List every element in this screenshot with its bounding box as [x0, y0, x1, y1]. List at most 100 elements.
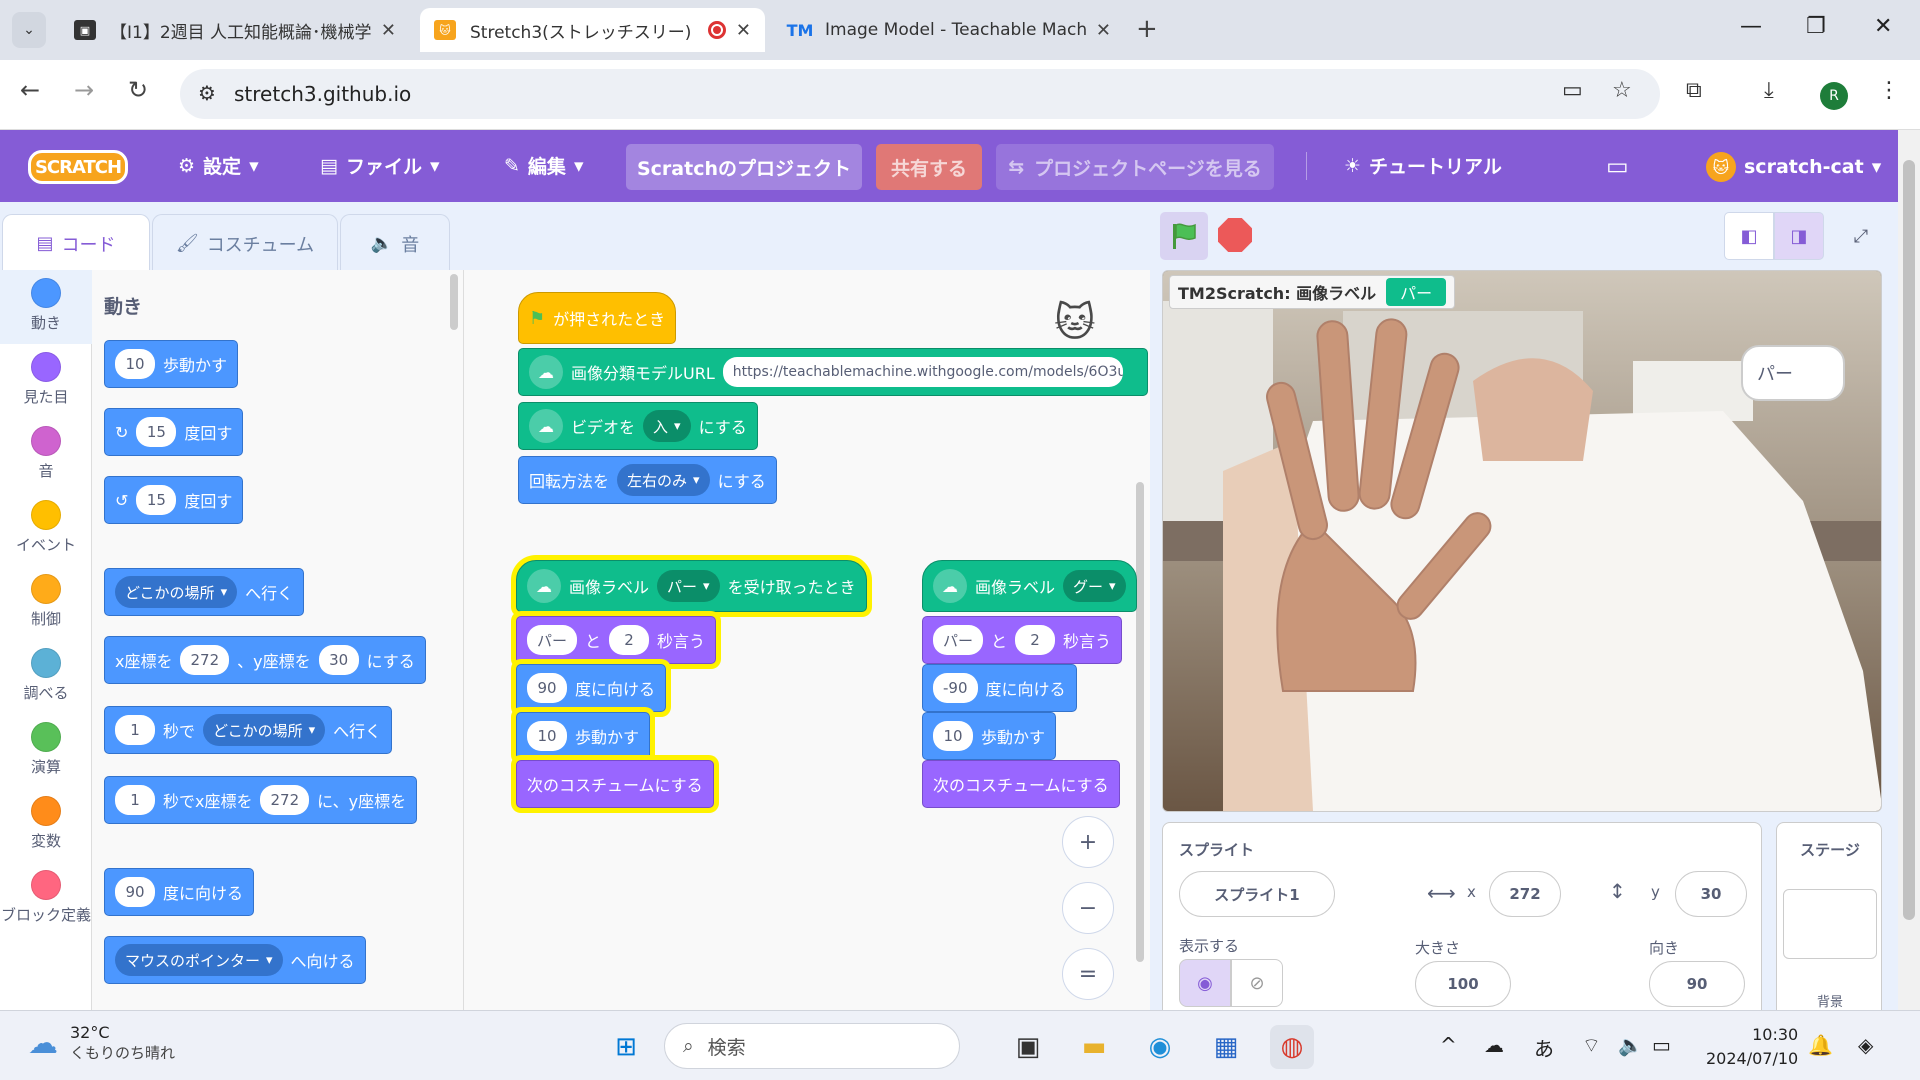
extensions-icon[interactable]: ⧉: [1686, 78, 1702, 103]
block-dropdown[interactable]: 入: [643, 410, 691, 442]
block-when-label-received[interactable]: ☁ 画像ラベル パー を受け取ったとき: [516, 560, 867, 612]
block-input[interactable]: 90: [115, 877, 155, 907]
block-input[interactable]: 272: [260, 785, 310, 815]
site-settings-icon[interactable]: ⚙: [198, 81, 216, 105]
fullscreen-button[interactable]: ⤢: [1836, 212, 1886, 260]
back-arrow-icon[interactable]: ←: [20, 76, 40, 104]
category-my-blocks[interactable]: ブロック定義: [0, 862, 92, 936]
file-menu[interactable]: ▤ ファイル ▾: [320, 152, 440, 179]
weather-widget[interactable]: ☁ 32°C くもりのち晴れ: [28, 1023, 175, 1063]
account-menu[interactable]: 🐱 scratch-cat ▾: [1706, 152, 1881, 182]
copilot-icon[interactable]: ◈: [1858, 1033, 1873, 1057]
edit-menu[interactable]: ✎ 編集 ▾: [504, 152, 583, 179]
battery-icon[interactable]: ▭: [1652, 1033, 1671, 1057]
minimize-button[interactable]: —: [1740, 14, 1762, 39]
block-dropdown[interactable]: グー: [1063, 570, 1126, 602]
restore-button[interactable]: ❐: [1806, 14, 1826, 39]
edge-browser-icon[interactable]: ◉: [1138, 1025, 1182, 1069]
category-sound[interactable]: 音: [0, 418, 92, 492]
block-input[interactable]: 10: [115, 349, 155, 379]
stage-canvas[interactable]: TM2Scratch: 画像ラベル パー パー: [1162, 270, 1882, 812]
block-glide-xy[interactable]: 1 秒でx座標を 272 に、y座標を: [104, 776, 418, 824]
sprite-size-input[interactable]: 100: [1415, 961, 1511, 1007]
close-window-button[interactable]: ✕: [1874, 14, 1892, 39]
sprite-name-input[interactable]: スプライト1: [1179, 871, 1335, 917]
block-dropdown[interactable]: 左右のみ: [617, 464, 710, 496]
block-say-for-secs[interactable]: パー と 2 秒言う: [516, 616, 717, 664]
block-next-costume[interactable]: 次のコスチュームにする: [516, 760, 714, 808]
palette-scrollbar[interactable]: [450, 274, 458, 330]
model-url-input[interactable]: https://teachablemachine.withgoogle.com/…: [722, 357, 1123, 387]
zoom-out-button[interactable]: −: [1062, 882, 1114, 934]
block-input[interactable]: パー: [933, 625, 984, 655]
page-scrollbar[interactable]: [1898, 130, 1920, 1010]
more-menu-icon[interactable]: ⋮: [1878, 78, 1900, 103]
sprite-y-input[interactable]: 30: [1675, 871, 1747, 917]
block-input[interactable]: 2: [609, 625, 650, 655]
block-point-towards[interactable]: マウスのポインター へ向ける: [104, 936, 366, 984]
zoom-reset-button[interactable]: =: [1062, 948, 1114, 1000]
block-input[interactable]: 1: [115, 715, 155, 745]
block-set-model-url[interactable]: ☁ 画像分類モデルURL https://teachablemachine.wi…: [518, 348, 1148, 396]
close-tab-icon[interactable]: ✕: [1096, 20, 1111, 41]
small-stage-button[interactable]: ◧: [1724, 212, 1774, 260]
block-dropdown[interactable]: パー: [657, 570, 720, 602]
taskbar-clock[interactable]: 10:30 2024/07/10: [1706, 1023, 1798, 1071]
scratch-logo[interactable]: SCRATCH: [28, 150, 128, 184]
block-input[interactable]: 30: [318, 645, 359, 675]
green-flag-button[interactable]: [1160, 212, 1208, 260]
new-tab-button[interactable]: +: [1136, 14, 1158, 44]
notification-bell-icon[interactable]: 🔔: [1808, 1033, 1833, 1057]
block-input[interactable]: 1: [115, 785, 155, 815]
task-view-icon[interactable]: ▣: [1006, 1025, 1050, 1069]
taskbar-search[interactable]: ⌕ 検索: [664, 1023, 960, 1069]
volume-icon[interactable]: 🔈: [1618, 1033, 1643, 1057]
reload-icon[interactable]: ↻: [128, 76, 148, 104]
category-operators[interactable]: 演算: [0, 714, 92, 788]
block-input[interactable]: 2: [1015, 625, 1056, 655]
ime-indicator[interactable]: あ: [1534, 1033, 1554, 1062]
block-move-steps[interactable]: 10 歩動かす: [104, 340, 239, 388]
category-events[interactable]: イベント: [0, 492, 92, 566]
tray-chevron-up-icon[interactable]: ^: [1440, 1033, 1457, 1057]
close-tab-icon[interactable]: ✕: [736, 20, 751, 41]
block-input[interactable]: -90: [933, 673, 978, 703]
block-input[interactable]: 90: [527, 673, 567, 703]
zoom-in-button[interactable]: +: [1062, 816, 1114, 868]
block-set-rotation-style[interactable]: 回転方法を 左右のみ にする: [518, 456, 777, 504]
tab-lecture[interactable]: ▣ 【I1】2週目 人工知能概論･機械学習 ✕: [60, 8, 410, 52]
block-point-direction[interactable]: 90 度に向ける: [516, 664, 667, 712]
settings-menu[interactable]: ⚙ 設定 ▾: [178, 152, 259, 179]
hide-sprite-button[interactable]: ⊘: [1231, 959, 1283, 1007]
show-sprite-button[interactable]: ◉: [1179, 959, 1231, 1007]
block-input[interactable]: 15: [136, 485, 177, 515]
my-stuff-folder-icon[interactable]: ▭: [1606, 152, 1629, 180]
chrome-icon[interactable]: ◍: [1270, 1025, 1314, 1069]
category-sensing[interactable]: 調べる: [0, 640, 92, 714]
block-glide[interactable]: 1 秒で どこかの場所 へ行く: [104, 706, 393, 754]
wifi-icon[interactable]: ⌔: [1582, 1033, 1601, 1058]
tab-code[interactable]: ▤ コード: [2, 214, 150, 272]
workspace-scrollbar[interactable]: [1136, 482, 1144, 962]
tab-teachable-machine[interactable]: TM Image Model - Teachable Machine ✕: [775, 8, 1125, 52]
block-turn-left[interactable]: ↺ 15 度回す: [104, 476, 244, 524]
tutorials-button[interactable]: ☀ チュートリアル: [1344, 152, 1502, 179]
block-goto[interactable]: どこかの場所 へ行く: [104, 568, 305, 616]
block-input[interactable]: 10: [933, 721, 973, 751]
download-icon[interactable]: ⤓: [1764, 78, 1774, 103]
backdrop-thumbnail[interactable]: [1783, 889, 1877, 959]
stage-selector-pane[interactable]: ステージ 背景: [1776, 822, 1882, 1010]
block-next-costume-2[interactable]: 次のコスチュームにする: [922, 760, 1120, 808]
tab-stretch3[interactable]: 🐱 Stretch3(ストレッチスリー) ✕: [420, 8, 765, 52]
block-dropdown[interactable]: どこかの場所: [203, 714, 326, 746]
block-move-steps[interactable]: 10 歩動かす: [516, 712, 651, 760]
block-dropdown[interactable]: マウスのポインター: [115, 944, 283, 976]
tab-sounds[interactable]: 🔈 音: [340, 214, 450, 272]
block-goto-xy[interactable]: x座標を 272 、y座標を 30 にする: [104, 636, 426, 684]
block-input[interactable]: 10: [527, 721, 567, 751]
block-turn-right[interactable]: ↻ 15 度回す: [104, 408, 244, 456]
windows-start-icon[interactable]: ⊞: [604, 1025, 648, 1069]
block-input[interactable]: 15: [136, 417, 177, 447]
tab-costumes[interactable]: 🖌 コスチューム: [152, 214, 338, 272]
block-when-flag-clicked[interactable]: ⚑ が押されたとき: [518, 292, 677, 344]
